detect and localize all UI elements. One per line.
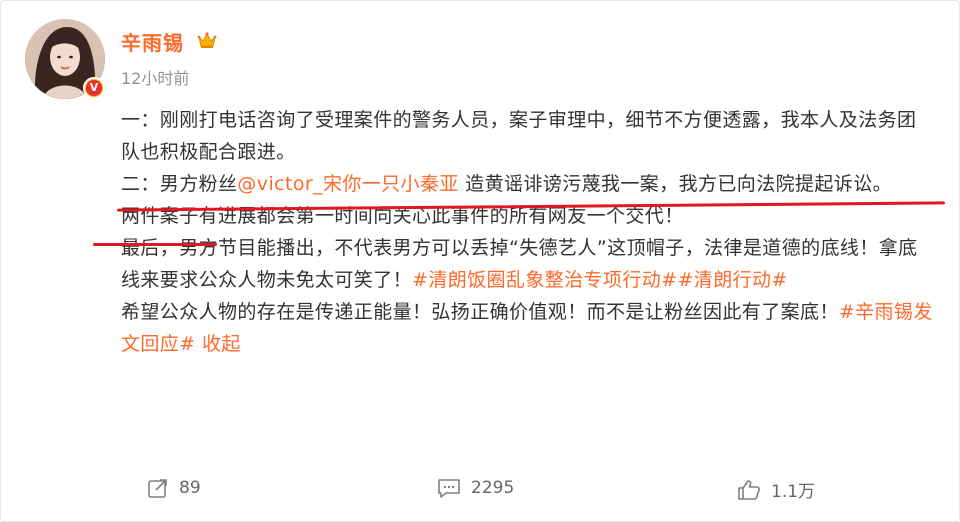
verified-v-icon: V bbox=[86, 80, 102, 96]
comment-button[interactable]: 2295 bbox=[437, 477, 514, 499]
post-time[interactable]: 12小时前 bbox=[121, 65, 189, 89]
like-count: 1.1万 bbox=[771, 482, 816, 502]
post-paragraph-5: 希望公众人物的存在是传递正能量！弘扬正确价值观！而不是让粉丝因此有了案底！#辛雨… bbox=[121, 296, 933, 360]
paragraph-2-prefix: 二：男方粉丝 bbox=[121, 173, 238, 195]
paragraph-2-suffix: 造黄谣诽谤污蔑我一案，我方已向法院提起诉讼。 bbox=[458, 173, 893, 195]
comment-icon bbox=[438, 479, 460, 498]
repost-button[interactable]: 89 bbox=[147, 477, 201, 499]
verified-badge: V bbox=[83, 77, 105, 99]
collapse-link[interactable]: 收起 bbox=[202, 333, 241, 355]
repost-count: 89 bbox=[179, 478, 201, 498]
weibo-post-card: V 辛雨锡 12小时前 一：刚刚打电话咨询了受理案件的警务人员，案子审理中，细节… bbox=[0, 0, 960, 522]
author-name[interactable]: 辛雨锡 bbox=[121, 27, 184, 56]
repost-icon bbox=[148, 479, 167, 498]
post-paragraph-2: 二：男方粉丝@victor_宋你一只小秦亚 造黄谣诽谤污蔑我一案，我方已向法院提… bbox=[121, 168, 933, 200]
topic-link-qinglang[interactable]: #清朗行动# bbox=[677, 269, 787, 291]
avatar-container[interactable]: V bbox=[25, 19, 105, 99]
crown-icon[interactable] bbox=[197, 31, 217, 49]
like-icon bbox=[738, 479, 760, 500]
post-paragraph-4: 最后，男方节目能播出，不代表男方可以丢掉“失德艺人”这顶帽子，法律是道德的底线！… bbox=[121, 232, 933, 296]
mention-link[interactable]: @victor_宋你一只小秦亚 bbox=[237, 173, 458, 195]
post-paragraph-1: 一：刚刚打电话咨询了受理案件的警务人员，案子审理中，细节不方便透露，我本人及法务… bbox=[121, 109, 917, 163]
post-text: 一：刚刚打电话咨询了受理案件的警务人员，案子审理中，细节不方便透露，我本人及法务… bbox=[121, 104, 933, 360]
comment-count: 2295 bbox=[471, 478, 515, 498]
like-button[interactable]: 1.1万 bbox=[737, 477, 815, 502]
paragraph-5-text: 希望公众人物的存在是传递正能量！弘扬正确价值观！而不是让粉丝因此有了案底！ bbox=[121, 301, 839, 323]
red-underline-2 bbox=[93, 243, 217, 246]
topic-link-qinglang-fanquan[interactable]: #清朗饭圈乱象整治专项行动# bbox=[412, 269, 677, 291]
action-bar: 89 2295 1.1万 bbox=[1, 471, 959, 511]
